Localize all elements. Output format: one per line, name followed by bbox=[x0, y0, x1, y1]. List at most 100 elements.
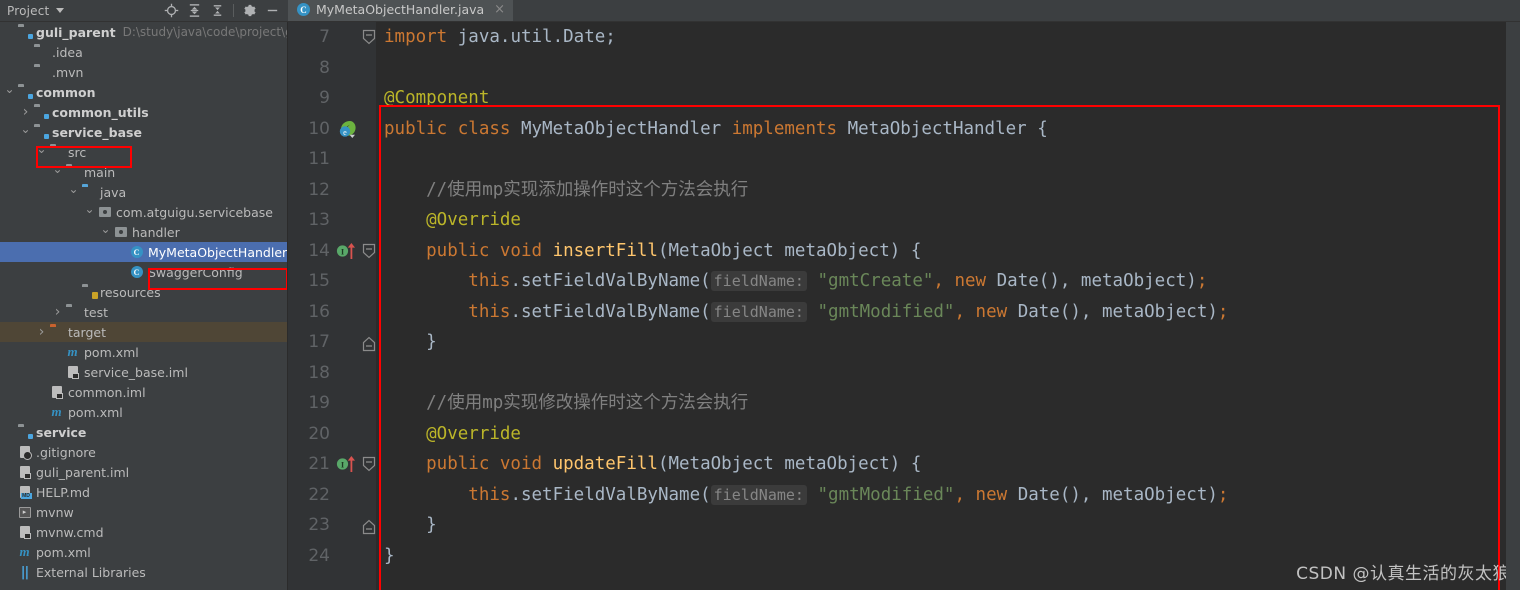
tree-row-java[interactable]: java bbox=[0, 182, 287, 202]
tree-row--mvn[interactable]: .mvn bbox=[0, 62, 287, 82]
tree-row-label: SwaggerConfig bbox=[148, 264, 243, 280]
code-line[interactable]: 12 //使用mp实现添加操作时这个方法会执行 bbox=[288, 175, 1520, 206]
code-token: new bbox=[975, 484, 1018, 505]
chevron-down-icon[interactable] bbox=[3, 85, 16, 99]
tree-row-src[interactable]: src bbox=[0, 142, 287, 162]
tree-row-root[interactable]: guli_parent D:\study\java\code\project\g… bbox=[0, 22, 287, 42]
tree-row-com-atguigu-servicebase[interactable]: com.atguigu.servicebase bbox=[0, 202, 287, 222]
chevron-down-icon[interactable] bbox=[35, 145, 48, 159]
code-line[interactable]: 19 //使用mp实现修改操作时这个方法会执行 bbox=[288, 388, 1520, 419]
tree-row-help-md[interactable]: HELP.md bbox=[0, 482, 287, 502]
tree-row-common-utils[interactable]: common_utils bbox=[0, 102, 287, 122]
tree-row-common[interactable]: common bbox=[0, 82, 287, 102]
tree-row-swaggerconfig[interactable]: C SwaggerConfig bbox=[0, 262, 287, 282]
tree-row-main[interactable]: main bbox=[0, 162, 287, 182]
hide-panel-icon[interactable] bbox=[261, 1, 284, 21]
locate-icon[interactable] bbox=[160, 1, 183, 21]
editor-tab[interactable]: C MyMetaObjectHandler.java × bbox=[288, 0, 514, 21]
tree-row-handler[interactable]: handler bbox=[0, 222, 287, 242]
tree-row--gitignore[interactable]: .gitignore bbox=[0, 442, 287, 462]
tree-row-mvnw[interactable]: ▸ mvnw bbox=[0, 502, 287, 522]
close-icon[interactable]: × bbox=[494, 3, 505, 16]
tree-row-common-iml[interactable]: common.iml bbox=[0, 382, 287, 402]
code-line[interactable]: 8 bbox=[288, 53, 1520, 84]
maven-icon: m bbox=[67, 344, 78, 359]
tree-row-mvnw-cmd[interactable]: mvnw.cmd bbox=[0, 522, 287, 542]
tree-row-mymetaobjecthandler[interactable]: C MyMetaObjectHandler bbox=[0, 242, 287, 262]
code-token: //使用mp实现修改操作时这个方法会执行 bbox=[384, 393, 749, 413]
implementing-method-icon[interactable]: I bbox=[336, 454, 358, 474]
collapse-all-icon[interactable] bbox=[206, 1, 229, 21]
spring-bean-icon[interactable]: e bbox=[336, 119, 358, 139]
code-line[interactable]: 20 @Override bbox=[288, 419, 1520, 450]
tree-row-label: handler bbox=[132, 224, 180, 240]
code-token: @Override bbox=[384, 210, 521, 230]
tree-row-label: com.atguigu.servicebase bbox=[116, 204, 273, 220]
tree-row-pom-xml[interactable]: m pom.xml bbox=[0, 542, 287, 562]
iml-file-icon bbox=[64, 366, 81, 379]
code-line[interactable]: 18 bbox=[288, 358, 1520, 389]
ide-body: guli_parent D:\study\java\code\project\g… bbox=[0, 22, 1520, 590]
gitignore-icon bbox=[16, 446, 33, 460]
tree-row-target[interactable]: target bbox=[0, 322, 287, 342]
tree-row-resources[interactable]: resources bbox=[0, 282, 287, 302]
tree-row-service-base[interactable]: service_base bbox=[0, 122, 287, 142]
code-content[interactable]: 7 import java.util.Date; 8 9 @Component 10 e pu… bbox=[288, 22, 1520, 571]
project-panel-title[interactable]: Project bbox=[7, 4, 49, 18]
chevron-down-icon[interactable] bbox=[51, 165, 64, 179]
code-line[interactable]: 11 bbox=[288, 144, 1520, 175]
top-strip: Project C MyMetaObjectHandler.java × bbox=[0, 0, 1520, 22]
code-token: "gmtModified" bbox=[817, 301, 955, 322]
code-line[interactable]: 13 @Override bbox=[288, 205, 1520, 236]
tree-row-external-libraries[interactable]: || External Libraries bbox=[0, 562, 287, 582]
svg-text:e: e bbox=[343, 128, 347, 137]
chevron-right-icon[interactable] bbox=[19, 104, 32, 120]
code-line[interactable]: 17 } bbox=[288, 327, 1520, 358]
chevron-right-icon[interactable] bbox=[35, 324, 48, 340]
code-line[interactable]: 21 I public void updateFill(MetaObject me… bbox=[288, 449, 1520, 480]
code-fold-collapse-top-icon[interactable] bbox=[362, 456, 376, 472]
editor-tab-label: MyMetaObjectHandler.java bbox=[316, 2, 485, 17]
tree-row-label: guli_parent.iml bbox=[36, 464, 130, 480]
chevron-down-icon[interactable] bbox=[56, 8, 65, 13]
code-line[interactable]: 24} bbox=[288, 541, 1520, 572]
chevron-down-icon[interactable] bbox=[19, 125, 32, 139]
tree-row-test[interactable]: test bbox=[0, 302, 287, 322]
code-line[interactable]: 14 I public void insertFill(MetaObject me… bbox=[288, 236, 1520, 267]
line-number: 20 bbox=[308, 423, 330, 444]
code-line[interactable]: 16 this.setFieldValByName(fieldName: "gm… bbox=[288, 297, 1520, 328]
chevron-down-icon[interactable] bbox=[99, 225, 112, 239]
implementing-method-icon[interactable]: I bbox=[336, 241, 358, 261]
folder-icon bbox=[32, 47, 49, 57]
tree-row--idea[interactable]: .idea bbox=[0, 42, 287, 62]
code-fold-collapse-bottom-icon[interactable] bbox=[362, 334, 376, 352]
tree-row-pom-xml[interactable]: m pom.xml bbox=[0, 342, 287, 362]
code-line[interactable]: 7 import java.util.Date; bbox=[288, 22, 1520, 53]
code-line[interactable]: 10 e public class MyMetaObjectHandler impl… bbox=[288, 114, 1520, 145]
chevron-down-icon[interactable] bbox=[67, 185, 80, 199]
code-token: this bbox=[468, 484, 511, 505]
code-fold-collapse-top-icon[interactable] bbox=[362, 243, 376, 259]
code-text: this.setFieldValByName(fieldName: "gmtMo… bbox=[384, 297, 1228, 328]
code-fold-collapse-top-icon[interactable] bbox=[362, 29, 376, 45]
code-token: insertFill bbox=[552, 240, 658, 261]
code-line[interactable]: 23 } bbox=[288, 510, 1520, 541]
code-token: ) { bbox=[889, 454, 922, 474]
code-fold-collapse-bottom-icon[interactable] bbox=[362, 517, 376, 535]
tree-row-service-base-iml[interactable]: service_base.iml bbox=[0, 362, 287, 382]
tree-row-guli-parent-iml[interactable]: guli_parent.iml bbox=[0, 462, 287, 482]
chevron-down-icon[interactable] bbox=[83, 205, 96, 219]
code-editor[interactable]: 7 import java.util.Date; 8 9 @Component 10 e pu… bbox=[288, 22, 1520, 590]
code-line[interactable]: 9 @Component bbox=[288, 83, 1520, 114]
settings-gear-icon[interactable] bbox=[238, 1, 261, 21]
tree-row-label: src bbox=[68, 144, 87, 160]
code-line[interactable]: 22 this.setFieldValByName(fieldName: "gm… bbox=[288, 480, 1520, 511]
chevron-right-icon[interactable] bbox=[51, 304, 64, 320]
project-tree[interactable]: guli_parent D:\study\java\code\project\g… bbox=[0, 22, 288, 590]
editor-scrollbar[interactable] bbox=[1506, 22, 1520, 590]
tree-row-service[interactable]: service bbox=[0, 422, 287, 442]
code-token: } bbox=[384, 515, 437, 535]
code-line[interactable]: 15 this.setFieldValByName(fieldName: "gm… bbox=[288, 266, 1520, 297]
tree-row-pom-xml[interactable]: m pom.xml bbox=[0, 402, 287, 422]
expand-all-icon[interactable] bbox=[183, 1, 206, 21]
